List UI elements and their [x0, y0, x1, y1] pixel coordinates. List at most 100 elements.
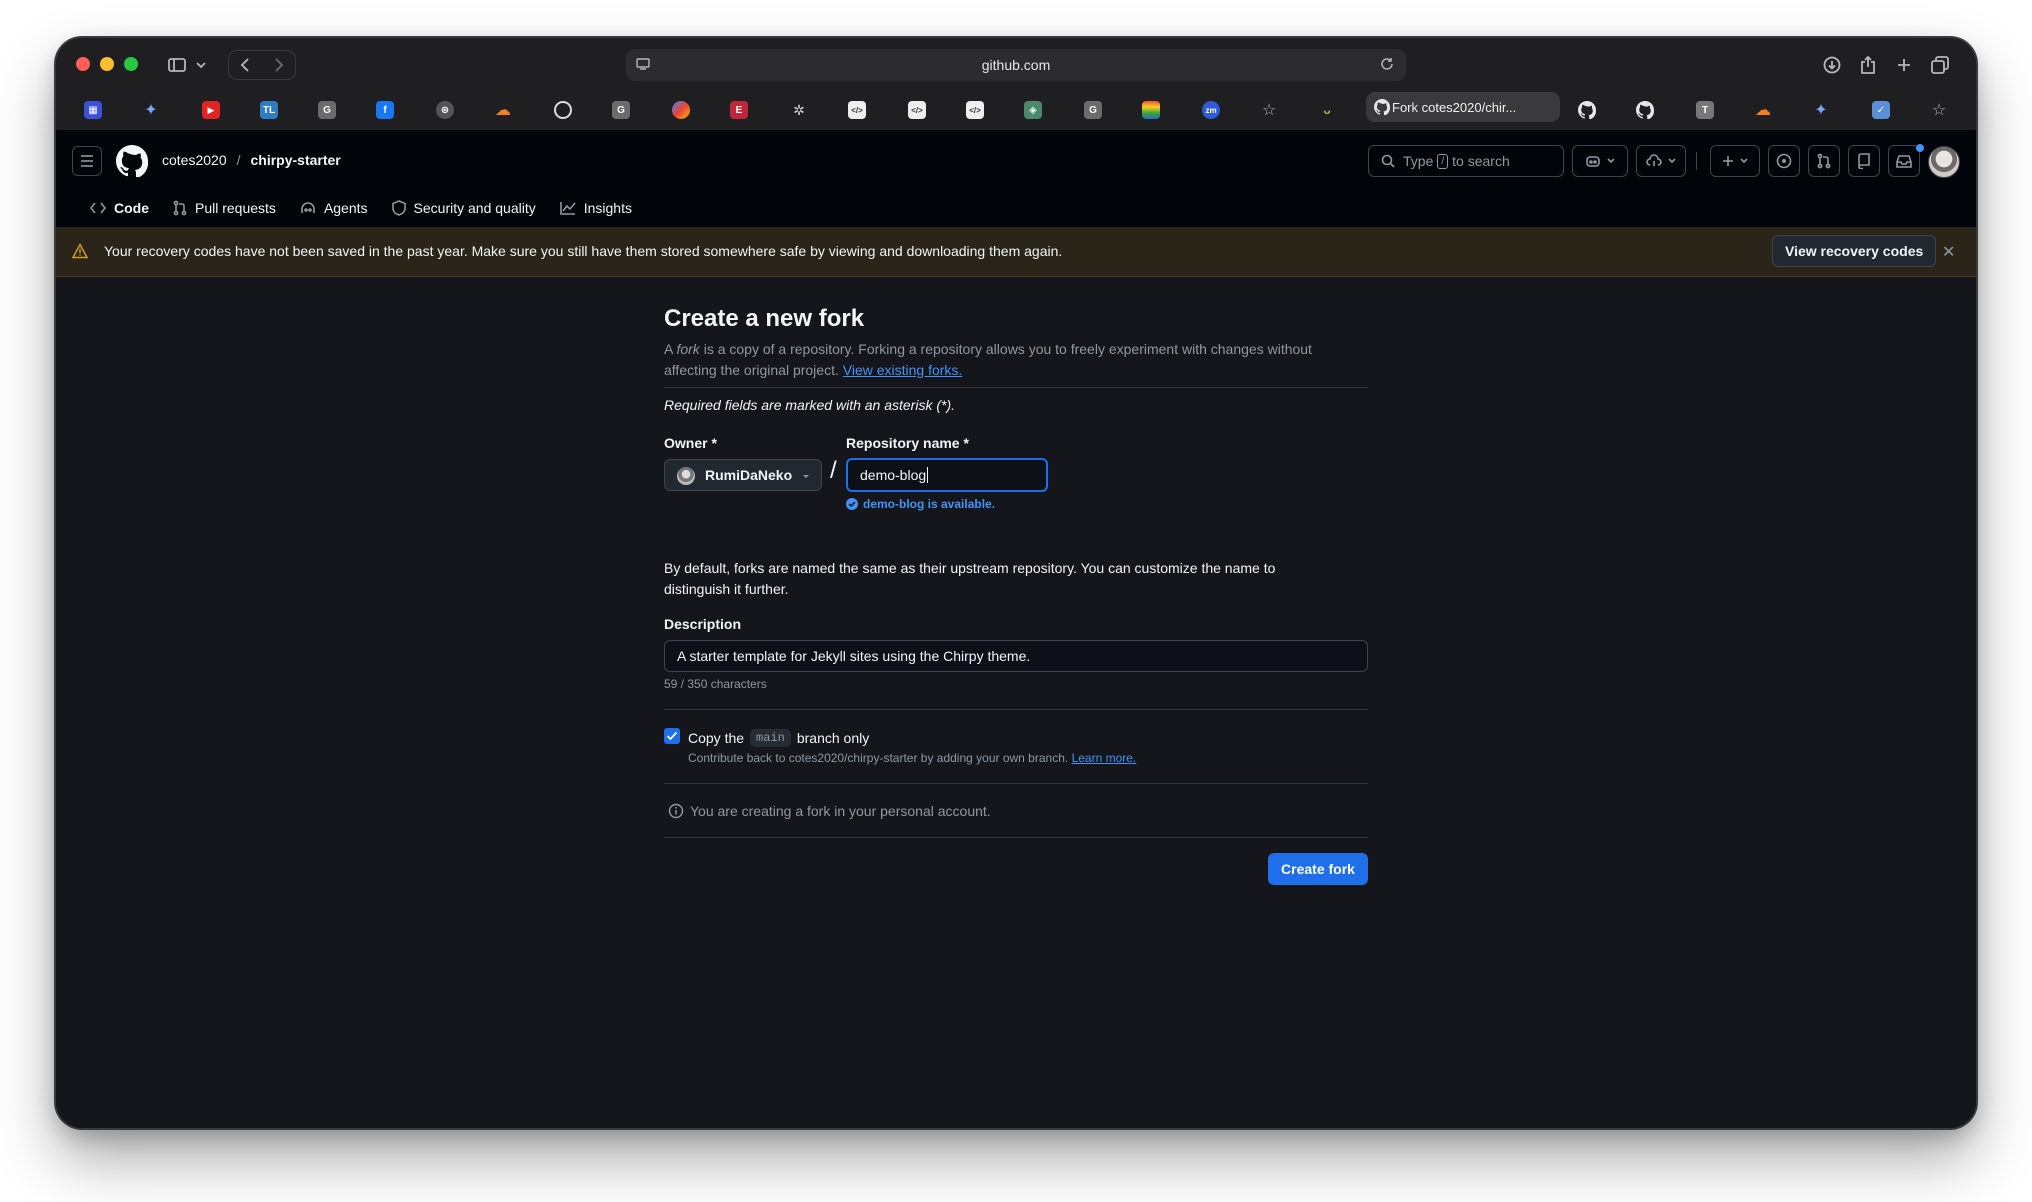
favorite-face-icon[interactable]: ᴗ: [1318, 101, 1336, 119]
availability-text: demo-blog is available.: [863, 497, 996, 511]
favorite-t-icon[interactable]: T: [1696, 101, 1714, 119]
favorite-facebook-icon[interactable]: f: [376, 101, 394, 119]
inbox-button[interactable]: [1888, 145, 1920, 177]
cloud-upload-icon: [1646, 154, 1662, 166]
favorite-bug-icon[interactable]: ✲: [790, 101, 808, 119]
pull-request-icon: [173, 200, 187, 216]
reload-icon[interactable]: [1380, 57, 1394, 71]
copy-label-b: branch only: [796, 730, 870, 746]
favorite-code3-icon[interactable]: </>: [966, 101, 984, 119]
favorite-youtube-icon[interactable]: ▶: [202, 101, 220, 119]
copilot-button[interactable]: [1572, 145, 1628, 177]
recovery-codes-banner: Your recovery codes have not been saved …: [56, 227, 1976, 277]
code-icon: [90, 202, 106, 214]
favorite-github2-icon[interactable]: [1636, 101, 1654, 119]
codespaces-button[interactable]: [1636, 145, 1686, 177]
plus-icon: [1898, 59, 1910, 71]
search-icon: [1381, 154, 1395, 168]
owner-select[interactable]: RumiDaNeko: [664, 459, 822, 491]
search-suffix: to search: [1452, 153, 1510, 169]
favorite-cloud-icon[interactable]: ☁: [494, 101, 512, 119]
pull-requests-button[interactable]: [1808, 145, 1840, 177]
inbox-icon: [1896, 155, 1912, 168]
issues-button[interactable]: [1768, 145, 1800, 177]
favorite-sparkle2-icon[interactable]: ✦: [1812, 101, 1830, 119]
text-cursor: [927, 467, 929, 483]
favorite-code2-icon[interactable]: </>: [908, 101, 926, 119]
create-new-button[interactable]: [1710, 145, 1760, 177]
menu-button[interactable]: [72, 146, 102, 176]
favorite-github-icon[interactable]: [1578, 101, 1596, 119]
tab-pull-requests[interactable]: Pull requests: [163, 188, 286, 228]
learn-more-link[interactable]: Learn more.: [1072, 751, 1137, 765]
intro-a: A: [664, 341, 673, 357]
repo-nav: Code Pull requests Agents Security and q…: [80, 188, 646, 236]
favorite-check-icon[interactable]: ✓: [1872, 101, 1890, 119]
create-fork-button[interactable]: Create fork: [1268, 853, 1368, 885]
view-recovery-codes-button[interactable]: View recovery codes: [1772, 235, 1937, 267]
favorite-circle-icon[interactable]: [554, 101, 572, 119]
copy-main-branch-checkbox[interactable]: [664, 728, 680, 744]
favorite-g-icon[interactable]: G: [318, 101, 336, 119]
agent-icon: [301, 202, 315, 213]
back-icon[interactable]: [240, 58, 250, 72]
favorite-cube-icon[interactable]: ◈: [1024, 101, 1042, 119]
check-circle-icon: [846, 498, 858, 510]
favorite-sparkle-icon[interactable]: ✦: [142, 101, 160, 119]
favorite-stripes-icon[interactable]: [1142, 101, 1160, 119]
favorite-g2-icon[interactable]: G: [612, 101, 630, 119]
address-bar[interactable]: github.com: [626, 49, 1406, 81]
favorite-code-icon[interactable]: </>: [848, 101, 866, 119]
close-icon[interactable]: ✕: [1942, 242, 1955, 262]
forward-icon[interactable]: [274, 58, 284, 72]
tab-security[interactable]: Security and quality: [382, 188, 546, 228]
tab-insights[interactable]: Insights: [550, 188, 642, 228]
search-input[interactable]: Type / to search: [1368, 145, 1564, 177]
divider: [664, 837, 1368, 838]
owner-value: RumiDaNeko: [705, 467, 793, 483]
github-logo-icon[interactable]: [116, 145, 148, 177]
account-note-text: You are creating a fork in your personal…: [690, 803, 991, 819]
sidebar-toggle-button[interactable]: [156, 50, 218, 80]
downloads-button[interactable]: [1818, 50, 1846, 80]
breadcrumb-repo-link[interactable]: chirpy-starter: [251, 152, 341, 168]
active-tab[interactable]: Fork cotes2020/chir...: [1366, 92, 1560, 122]
copy-main-branch-label[interactable]: Copy the main branch only: [688, 729, 869, 747]
download-icon: [1823, 56, 1841, 74]
favorite-star-icon[interactable]: ☆: [1260, 101, 1278, 119]
user-avatar[interactable]: [1928, 146, 1960, 178]
breadcrumb: cotes2020 / chirpy-starter: [162, 152, 341, 168]
favorite-e-icon[interactable]: E: [730, 101, 748, 119]
repository-name-input[interactable]: demo-blog: [846, 458, 1048, 492]
tab-agents[interactable]: Agents: [290, 188, 378, 228]
favorite-g3-icon[interactable]: G: [1084, 101, 1102, 119]
new-tab-button[interactable]: [1890, 50, 1918, 80]
github-icon: [1578, 101, 1596, 119]
description-input[interactable]: A starter template for Jekyll sites usin…: [664, 640, 1368, 672]
tab-code[interactable]: Code: [80, 188, 159, 236]
description-label: Description: [664, 616, 742, 632]
favorite-openai-icon[interactable]: ⊛: [436, 101, 454, 119]
view-existing-forks-link[interactable]: View existing forks.: [843, 362, 963, 378]
site-settings-icon[interactable]: [636, 57, 650, 71]
info-icon: [668, 803, 684, 819]
divider: [664, 783, 1368, 784]
intro-fork: fork: [676, 341, 700, 357]
favorite-zm-icon[interactable]: zm: [1202, 101, 1220, 119]
favorite-calendar-icon[interactable]: ▦: [84, 101, 102, 119]
favorite-colorful-icon[interactable]: [672, 101, 690, 119]
breadcrumb-owner-link[interactable]: cotes2020: [162, 152, 227, 168]
tab-overview-button[interactable]: [1926, 50, 1954, 80]
copy-label-a: Copy the: [688, 730, 745, 746]
repositories-button[interactable]: [1848, 145, 1880, 177]
favorite-tl-icon[interactable]: TL: [260, 101, 278, 119]
shield-icon: [391, 200, 406, 216]
favorite-star2-icon[interactable]: ☆: [1930, 101, 1948, 119]
share-button[interactable]: [1854, 50, 1882, 80]
minimize-window-button[interactable]: [100, 57, 114, 71]
github-icon: [1636, 101, 1654, 119]
checkmark-icon: [666, 731, 678, 741]
close-window-button[interactable]: [76, 57, 90, 71]
zoom-window-button[interactable]: [124, 57, 138, 71]
favorite-cloud2-icon[interactable]: ☁: [1754, 101, 1772, 119]
